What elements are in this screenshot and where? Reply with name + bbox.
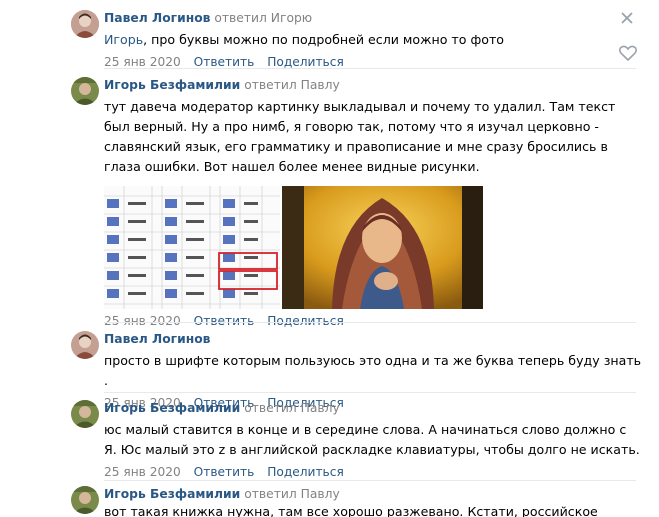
comment-header: Павел Логинов ответил Игорю — [104, 10, 642, 26]
author-name[interactable]: Игорь Безфамилии — [104, 78, 240, 92]
avatar[interactable] — [71, 331, 99, 359]
author-name[interactable]: Игорь Безфамилии — [104, 487, 240, 501]
mention-link[interactable]: Игорь — [104, 32, 143, 47]
comment-separator — [104, 68, 636, 69]
avatar[interactable] — [71, 400, 99, 428]
reply-to-label[interactable]: ответил Игорю — [214, 11, 312, 25]
comment-header: Игорь Безфамилии ответил Павлу — [104, 400, 642, 416]
comment-date[interactable]: 25 янв 2020 — [104, 465, 181, 479]
heart-icon[interactable] — [619, 45, 637, 61]
comments-feed: Павел Логинов ответил Игорю Игорь, про б… — [0, 0, 659, 517]
share-button[interactable]: Поделиться — [267, 314, 344, 328]
comment-separator — [104, 480, 636, 481]
comment-meta: 25 янв 2020 Ответить Поделиться — [104, 464, 642, 480]
comment-text: Игорь, про буквы можно по подробней если… — [104, 30, 642, 50]
comment-text: юс малый ставится в конце и в середине с… — [104, 422, 640, 457]
comment-header: Павел Логинов — [104, 331, 642, 347]
attached-photo-alphabet-table[interactable] — [104, 186, 280, 309]
comment-separator — [104, 322, 636, 323]
avatar[interactable] — [71, 77, 99, 105]
reply-to-label[interactable]: ответил Павлу — [244, 487, 340, 501]
comment-header: Игорь Безфамилии ответил Павлу — [104, 486, 642, 502]
attached-photo-icon[interactable] — [282, 186, 483, 309]
avatar[interactable] — [71, 486, 99, 514]
reply-to-label[interactable]: ответил Павлу — [244, 401, 340, 415]
reply-button[interactable]: Ответить — [194, 55, 255, 69]
close-icon[interactable] — [620, 11, 634, 25]
share-button[interactable]: Поделиться — [267, 55, 344, 69]
author-name[interactable]: Игорь Безфамилии — [104, 401, 240, 415]
avatar[interactable] — [71, 10, 99, 38]
comment-text: вот такая книжка нужна, там все хорошо р… — [104, 504, 598, 517]
comment-body: Павел Логинов просто в шрифте которым по… — [104, 331, 642, 411]
comment-body: Игорь Безфамилии ответил Павлу юс малый … — [104, 400, 642, 480]
reply-button[interactable]: Ответить — [194, 465, 255, 479]
comment-text-content: , про буквы можно по подробней если можн… — [143, 32, 504, 47]
comment-text: тут давеча модератор картинку выкладывал… — [104, 99, 616, 174]
comment-meta: 25 янв 2020 Ответить Поделиться — [104, 313, 642, 329]
comment-separator — [104, 392, 636, 393]
reply-button[interactable]: Ответить — [194, 314, 255, 328]
comment-body: Игорь Безфамилии ответил Павлу вот такая… — [104, 486, 642, 517]
author-name[interactable]: Павел Логинов — [104, 11, 210, 25]
attached-images — [104, 186, 642, 309]
comment-body: Павел Логинов ответил Игорю Игорь, про б… — [104, 10, 642, 70]
comment-text: просто в шрифте которым пользуюсь это од… — [104, 353, 642, 388]
share-button[interactable]: Поделиться — [267, 465, 344, 479]
author-name[interactable]: Павел Логинов — [104, 332, 210, 346]
comment-date[interactable]: 25 янв 2020 — [104, 55, 181, 69]
comment-header: Игорь Безфамилии ответил Павлу — [104, 77, 642, 93]
reply-to-label[interactable]: ответил Павлу — [244, 78, 340, 92]
comment-body: Игорь Безфамилии ответил Павлу тут давеч… — [104, 77, 642, 329]
comment-date[interactable]: 25 янв 2020 — [104, 314, 181, 328]
